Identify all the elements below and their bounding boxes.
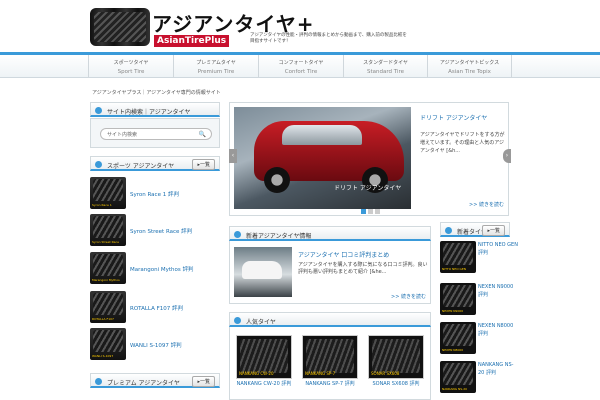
nav-sublabel: Premium Tire — [197, 69, 235, 75]
tire-image[interactable]: NANKANG CW-20 — [236, 335, 292, 379]
news-box: 新着アジアンタイヤ情報 アジアンタイヤ 口コミ評判まとめ アジアンタイヤを購入す… — [229, 226, 431, 304]
box-title-text: スポーツ アジアンタイヤ — [107, 163, 175, 170]
nav-label: プレミアムタイヤ — [196, 60, 236, 66]
bullet-icon — [95, 378, 102, 385]
tire-image[interactable]: SONAR SX608 — [368, 335, 424, 379]
list-item-link[interactable]: Syron Race 1 評判 — [130, 190, 179, 198]
nav-label: スポーツタイヤ — [113, 60, 149, 66]
bullet-icon — [95, 161, 102, 168]
slide-caption: ドリフト アジアンタイヤ — [334, 185, 402, 192]
slider-dot[interactable] — [368, 209, 373, 214]
list-item[interactable]: Marangoni Mythos Marangoni Mythos 評判 — [90, 252, 220, 286]
nav-sublabel: Standard Tire — [366, 69, 404, 75]
tire-thumbnail[interactable]: NITTO NEO GEN — [440, 241, 476, 273]
list-item-link[interactable]: WANLI S-1097 評判 — [130, 341, 182, 349]
nav-asian-tire-topix[interactable]: アジアンタイヤトピックス Asian Tire Topix — [427, 55, 512, 78]
more-button[interactable]: ▸一覧 — [192, 376, 215, 387]
nav-confort-tire[interactable]: コンフォートタイヤ Confort Tire — [258, 55, 343, 78]
tire-logo-icon — [90, 8, 150, 46]
more-button[interactable]: ▸一覧 — [482, 225, 505, 236]
news-excerpt: アジアンタイヤを購入する際に気になる口コミ評判。良い評判も悪い評判もまとめて紹介… — [298, 262, 428, 275]
slide-title[interactable]: ドリフト アジアンタイヤ — [420, 113, 487, 122]
more-button[interactable]: ▸一覧 — [192, 159, 215, 170]
box-title-text: プレミアム アジアンタイヤ — [107, 380, 180, 387]
news-thumbnail[interactable] — [234, 247, 292, 297]
bullet-icon — [95, 107, 102, 114]
search-box-title: サイト内検索｜アジアンタイヤ — [90, 102, 220, 117]
list-item-link[interactable]: NANKANG NS-20 評判 — [478, 361, 518, 377]
news-read-more[interactable]: >> 続きを読む — [391, 293, 426, 300]
list-item[interactable]: Syron Street Race Syron Street Race 評判 — [90, 214, 220, 248]
tire-thumbnail[interactable]: NEXEN N9000 — [440, 283, 476, 315]
bullet-icon — [234, 231, 241, 238]
breadcrumb: アジアンタイヤプラス｜アジアンタイヤ専門の情報サイト — [92, 90, 221, 96]
slide-image[interactable]: ドリフト アジアンタイヤ — [234, 107, 411, 209]
tire-thumbnail[interactable]: Syron Race 1 — [90, 177, 126, 209]
product-link[interactable]: SONAR SX608 評判 — [368, 381, 424, 388]
box-title-text: 人気タイヤ — [246, 319, 276, 326]
product-item[interactable]: NANKANG CW-20 NANKANG CW-20 評判 — [236, 335, 292, 388]
tire-image[interactable]: NANKANG SP-7 — [302, 335, 358, 379]
list-item-link[interactable]: NEXEN N9000 評判 — [478, 283, 518, 299]
list-item-link[interactable]: ROTALLA F107 評判 — [130, 304, 183, 312]
box-title-text: サイト内検索｜アジアンタイヤ — [107, 109, 191, 116]
list-item-link[interactable]: Marangoni Mythos 評判 — [130, 265, 193, 273]
sport-list-title: スポーツ アジアンタイヤ ▸一覧 — [90, 156, 220, 171]
slide-read-more[interactable]: >> 続きを読む — [469, 201, 504, 208]
list-item[interactable]: NANKANG NS-20 NANKANG NS-20 評判 — [440, 361, 515, 399]
slider-prev-button[interactable]: ‹ — [229, 149, 237, 163]
nav-label: スタンダードタイヤ — [363, 60, 408, 66]
list-item[interactable]: Syron Race 1 Syron Race 1 評判 — [90, 177, 220, 211]
list-item[interactable]: ROTALLA F107 ROTALLA F107 評判 — [90, 291, 220, 325]
tire-thumbnail[interactable]: Syron Street Race — [90, 214, 126, 246]
nav-label: アジアンタイヤトピックス — [439, 60, 500, 66]
product-item[interactable]: SONAR SX608 SONAR SX608 評判 — [368, 335, 424, 388]
premium-list-title: プレミアム アジアンタイヤ ▸一覧 — [90, 373, 220, 388]
list-item[interactable]: NEXEN N8000 NEXEN N8000 評判 — [440, 322, 515, 360]
search-icon[interactable]: 🔍 — [199, 131, 206, 138]
tire-thumbnail[interactable]: WANLI S-1097 — [90, 328, 126, 360]
products-box: 人気タイヤ NANKANG CW-20 NANKANG CW-20 評判 NAN… — [229, 312, 431, 400]
site-logo[interactable]: アジアンタイヤ+ AsianTirePlus アジアンタイヤの性能・評判の情報ま… — [90, 8, 407, 48]
search-input[interactable]: サイト内検索 🔍 — [100, 128, 212, 140]
global-nav: スポーツタイヤ Sport Tire プレミアムタイヤ Premium Tire… — [0, 52, 600, 78]
slide-excerpt: アジアンタイヤでドリフトをする方が増えています。その理由と人気のアジアンタイヤ … — [420, 132, 505, 154]
product-link[interactable]: NANKANG SP-7 評判 — [302, 381, 358, 388]
tire-thumbnail[interactable]: Marangoni Mythos — [90, 252, 126, 284]
list-item[interactable]: WANLI S-1097 WANLI S-1097 評判 — [90, 328, 220, 362]
products-title: 人気タイヤ — [229, 312, 431, 327]
list-item-link[interactable]: NITTO NEO GEN 評判 — [478, 241, 518, 257]
list-item[interactable]: NITTO NEO GEN NITTO NEO GEN 評判 — [440, 241, 518, 279]
nav-premium-tire[interactable]: プレミアムタイヤ Premium Tire — [173, 55, 258, 78]
tire-thumbnail[interactable]: ROTALLA F107 — [90, 291, 126, 323]
featured-slider: ドリフト アジアンタイヤ ‹ › ドリフト アジアンタイヤ アジアンタイヤでドリ… — [229, 102, 511, 216]
site-brand: AsianTirePlus — [154, 35, 230, 47]
slider-dot-active[interactable] — [361, 209, 366, 214]
slider-dot[interactable] — [375, 209, 380, 214]
nav-sublabel: Confort Tire — [284, 69, 318, 75]
nav-sublabel: Asian Tire Topix — [448, 69, 491, 75]
box-title-text: 新着アジアンタイヤ情報 — [246, 233, 312, 240]
product-item[interactable]: NANKANG SP-7 NANKANG SP-7 評判 — [302, 335, 358, 388]
tire-thumbnail[interactable]: NEXEN N8000 — [440, 322, 476, 354]
list-item[interactable]: NEXEN N9000 NEXEN N9000 評判 — [440, 283, 515, 321]
list-item-link[interactable]: Syron Street Race 評判 — [130, 227, 192, 235]
right-list-title: 新着タイヤ ▸一覧 — [440, 222, 510, 237]
search-placeholder: サイト内検索 — [107, 132, 138, 138]
product-link[interactable]: NANKANG CW-20 評判 — [236, 381, 292, 388]
news-title: 新着アジアンタイヤ情報 — [229, 226, 431, 241]
nav-label: コンフォートタイヤ — [278, 60, 324, 66]
search-panel: サイト内検索 🔍 — [90, 118, 220, 148]
bullet-icon — [445, 227, 452, 234]
nav-standard-tire[interactable]: スタンダードタイヤ Standard Tire — [343, 55, 427, 78]
tire-thumbnail[interactable]: NANKANG NS-20 — [440, 361, 476, 393]
nav-sport-tire[interactable]: スポーツタイヤ Sport Tire — [88, 55, 173, 78]
site-tagline: アジアンタイヤの性能・評判の情報まとめから動画まで、購入前の製品比較を目指すサイ… — [250, 33, 407, 44]
news-item-title[interactable]: アジアンタイヤ 口コミ評判まとめ — [298, 250, 389, 259]
list-item-link[interactable]: NEXEN N8000 評判 — [478, 322, 518, 338]
nav-sublabel: Sport Tire — [117, 69, 145, 75]
bullet-icon — [234, 317, 241, 324]
